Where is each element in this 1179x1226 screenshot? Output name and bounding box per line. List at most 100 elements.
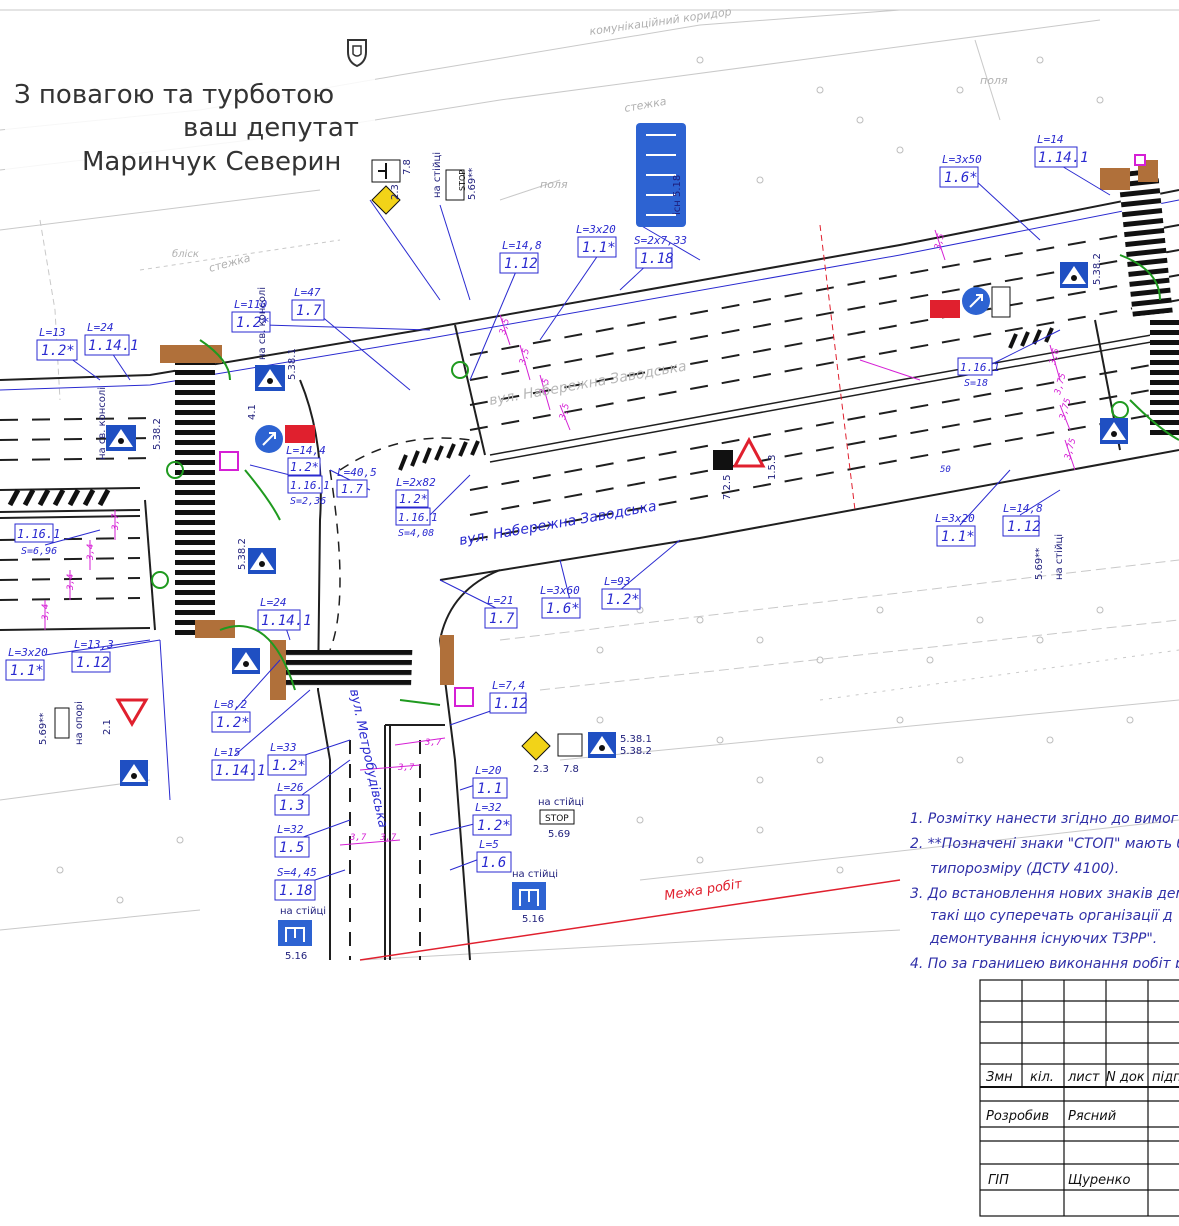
marking-code: 1.14.1	[1038, 150, 1089, 166]
note-1: 1. Розмітку нанести згідно до вимог	[910, 811, 1179, 827]
marking-code: 1.7	[489, 611, 515, 627]
marking-m14: 1.16.1 S=4,08	[395, 507, 438, 539]
marking-m30: S=4,45 1.18	[274, 866, 317, 901]
map-label: стежка	[207, 251, 252, 275]
marking-m9: L=14 1.14.1	[1034, 133, 1089, 168]
marking-len: L=3x20	[8, 646, 48, 659]
marking-len: L=33	[270, 741, 297, 754]
marking-len: L=3x60	[540, 584, 580, 597]
hazard-board	[285, 425, 315, 443]
dim-value: 3,5	[498, 317, 512, 336]
on-pole-label-2: на стійці	[538, 796, 584, 808]
marking-len: L=3x20	[935, 512, 975, 525]
marking-len: L=20	[475, 764, 502, 777]
marking-m15: 1.16.1 S=18	[957, 357, 1000, 389]
marking-len: L=26	[277, 781, 304, 794]
deputy-header: З повагою та турботою ваш депутат Маринч…	[5, 39, 375, 180]
marking-len: L=8,2	[214, 698, 247, 711]
hazard-board	[930, 300, 960, 318]
marking-code: 1.2*	[399, 492, 428, 506]
marking-len: L=13,3	[74, 638, 114, 651]
sign-5382-d: 5.38.2	[620, 746, 652, 757]
dim-value: 3,7	[397, 763, 415, 773]
road-narrows-warning-sign	[713, 436, 766, 470]
give-way-sign	[115, 698, 149, 727]
priority-road-sign-lower	[521, 731, 583, 761]
sign-5382-c: 5.38.2	[237, 538, 248, 570]
marking-len: L=21	[487, 594, 514, 607]
marking-code: 1.2*	[290, 460, 319, 474]
marking-m6: L=3x20 1.1*	[576, 223, 617, 258]
sign-516-b: 5.16	[285, 951, 307, 962]
marking-len: L=13	[39, 326, 66, 339]
marking-len: L=24	[260, 596, 287, 609]
notes: 1. Розмітку нанести згідно до вимог 2. *…	[910, 811, 1179, 972]
note-3c: демонтування існуючих ТЗРР".	[929, 931, 1157, 947]
sign-5381-a: 5.38.1	[287, 348, 298, 380]
marking-code: 1.14.1	[88, 338, 139, 354]
marking-code: 1.14.1	[261, 613, 312, 629]
road-marking-plan: З повагою та турботою ваш депутат Маринч…	[0, 5, 1179, 1226]
marking-len: S=18	[964, 378, 988, 389]
marking-m32: L=20 1.1	[472, 764, 508, 799]
signal-marker	[1134, 154, 1146, 166]
pedestrian-crossing-sign	[232, 648, 260, 674]
marking-len: S=6,96	[21, 546, 57, 557]
dim-value: 3,4	[41, 604, 51, 621]
on-pole-label-3: на стійці	[512, 868, 558, 880]
shield-crest-icon	[347, 39, 367, 68]
street-cross-label: вул. Метробудівська	[346, 688, 390, 830]
marking-len: S=4,08	[398, 528, 434, 539]
sign-569-left: 5.69**	[38, 713, 49, 745]
marking-code: 1.6*	[944, 170, 978, 186]
tb-dev-role: Розробив	[986, 1109, 1049, 1124]
keep-right-sign	[962, 287, 990, 315]
map-label: бліск	[172, 248, 199, 260]
header-line3: Маринчук Северин	[82, 147, 341, 177]
marking-m11: L=40,5 1.7	[336, 466, 377, 498]
sign-725: 7.2.5	[722, 475, 733, 500]
tb-hdr-ndok: N док	[1106, 1070, 1145, 1085]
stop-text: STOP	[545, 814, 569, 824]
marking-m8: L=3x50 1.6*	[939, 153, 982, 188]
marking-m13: 1.16.1 S=2,36	[287, 475, 330, 507]
street-main-label: вул. Набережна Заводська	[458, 498, 658, 549]
tb-hdr-list: лист	[1067, 1070, 1100, 1085]
marking-m12: L=2x82 1.2*	[395, 476, 436, 508]
tb-hdr-izm: Змн	[986, 1070, 1013, 1085]
marking-len: S=4,45	[277, 866, 317, 879]
marking-len: S=2x7,33	[634, 234, 687, 247]
marking-m20: L=14,8 1.12	[1002, 502, 1043, 537]
marking-m34: L=5 1.6	[476, 838, 512, 873]
dim-value: 3,7	[424, 738, 442, 748]
marking-m26: L=15 1.14.1	[211, 746, 266, 781]
map-label: поля	[540, 178, 568, 191]
marking-len: L=32	[277, 823, 304, 836]
work-limit-line	[359, 879, 901, 961]
marking-m16: L=21 1.7	[484, 594, 518, 629]
marking-len: L=24	[87, 321, 114, 334]
sign-5381-b: 5.38.1	[620, 734, 652, 745]
marking-code: 1.2*	[606, 592, 640, 608]
map-label: поля	[980, 74, 1008, 87]
sign-78-lower: 7.8	[563, 764, 579, 775]
sign-78: 7.8	[402, 159, 413, 175]
keep-right-sign	[255, 425, 283, 453]
marking-len: L=47	[294, 286, 321, 299]
marking-len: L=7,4	[492, 679, 525, 692]
marking-m7: S=2x7,33 1.18	[634, 234, 687, 269]
sign-5382-a: 5.38.2	[152, 418, 163, 450]
sign-569-top: 5.69**	[467, 168, 478, 200]
marking-code: 1.18	[640, 251, 674, 267]
lane-end-sign	[512, 882, 546, 910]
marking-code: 1.7	[341, 482, 363, 496]
marking-code: 1.18	[279, 883, 313, 899]
marking-m29: L=32 1.5	[274, 823, 310, 858]
dim-value: 3,7	[349, 833, 367, 843]
marking-len: L=14,8	[502, 239, 542, 252]
marking-m31: L=7,4 1.12	[489, 679, 528, 714]
pedestrian-crossing-sign	[255, 365, 285, 391]
marking-len: L=5	[479, 838, 499, 851]
sign-23-lower: 2.3	[533, 764, 549, 775]
dim-value: 3,7	[111, 513, 121, 531]
